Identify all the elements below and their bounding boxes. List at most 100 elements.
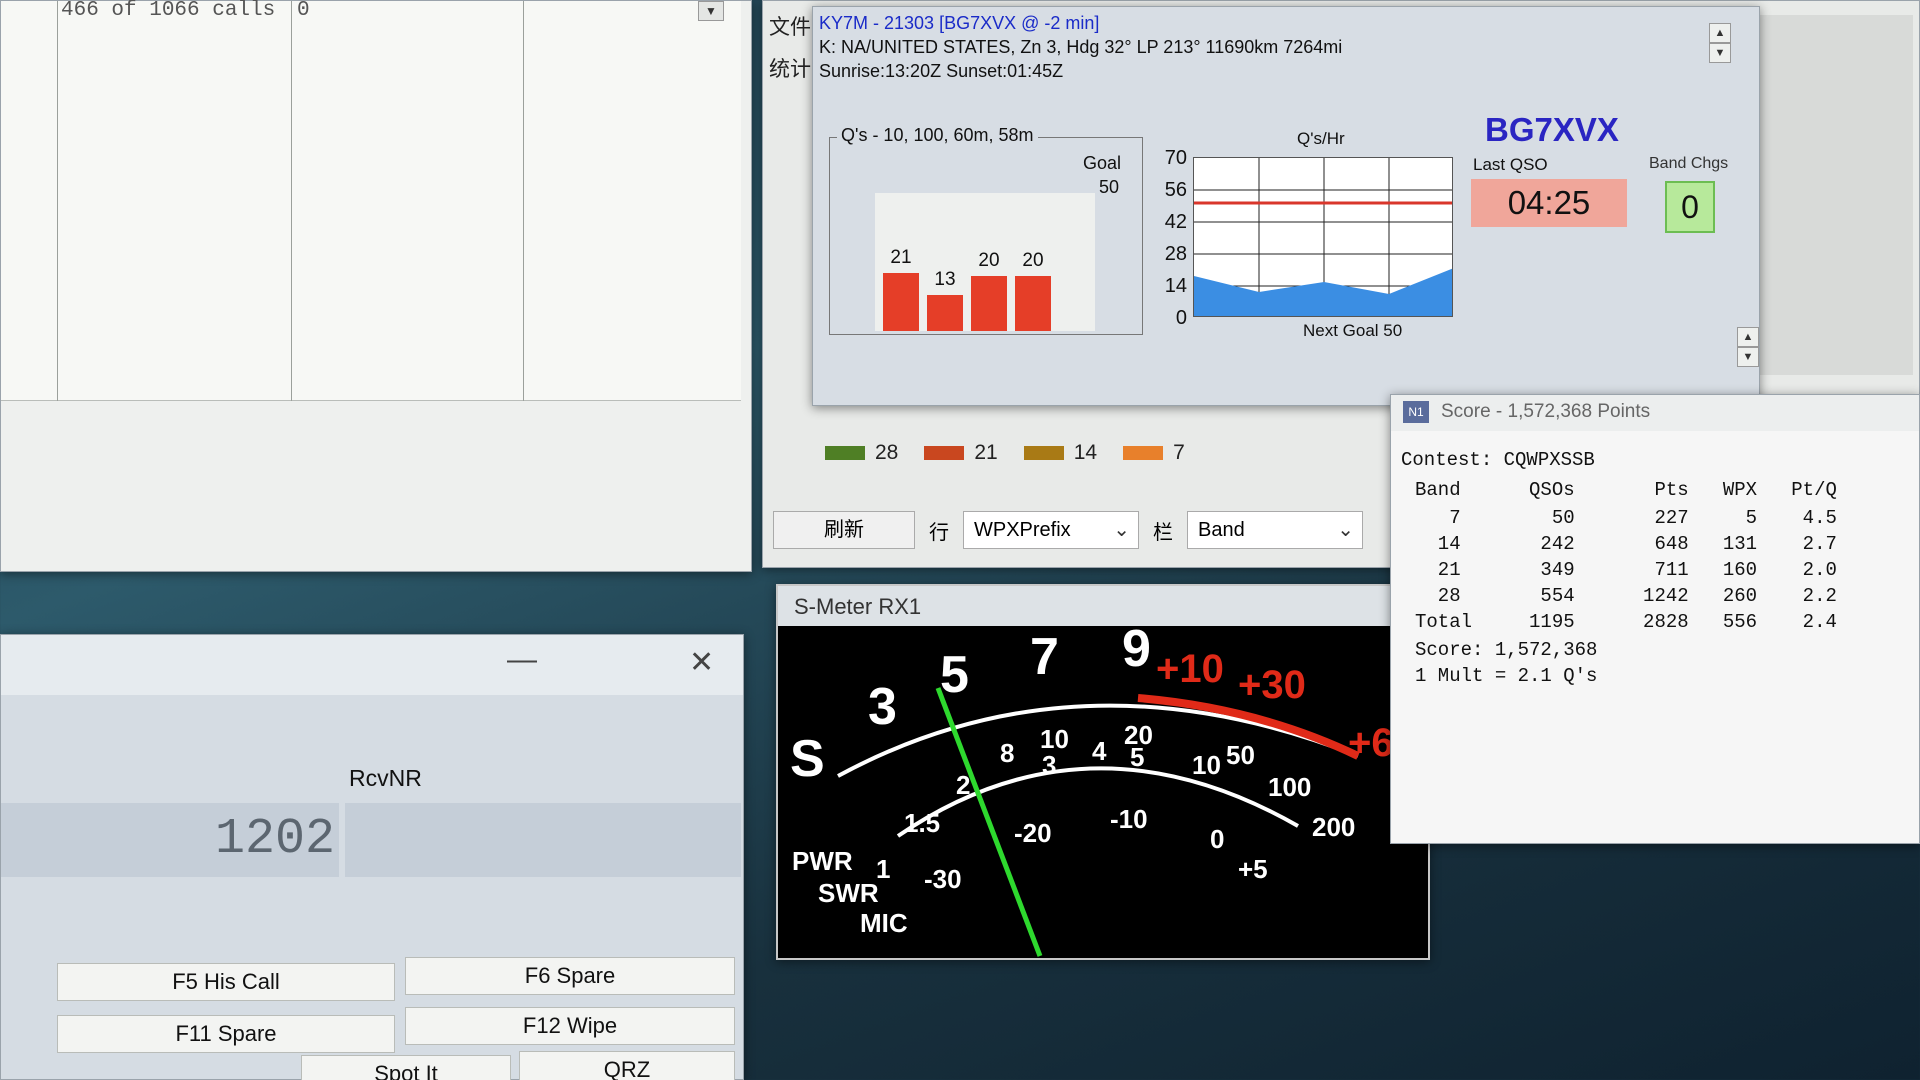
- s-label: 7: [1030, 628, 1059, 686]
- contest-name: Contest: CQWPXSSB: [1401, 449, 1595, 471]
- legend-item-7: 7: [1123, 441, 1185, 465]
- column-divider: [523, 1, 524, 401]
- score-total-row: Total 1195 2828 556 2.4: [1415, 611, 1837, 633]
- qs-chart-title: Q's - 10, 100, 60m, 58m: [837, 125, 1038, 146]
- mic-label: +5: [1238, 854, 1268, 884]
- column-divider: [57, 1, 58, 401]
- rate-axis-label: 14: [1164, 275, 1187, 297]
- goal-bar-label: 20: [1022, 250, 1044, 271]
- s-label: 5: [940, 646, 969, 704]
- scroll-down-button[interactable]: ▼: [1709, 43, 1731, 63]
- rate-chart: [1193, 157, 1453, 317]
- legend-item-28: 28: [825, 441, 898, 465]
- rate-axis-label: 28: [1164, 243, 1187, 265]
- swr-label: 5: [1130, 742, 1144, 772]
- score-table-header: Band QSOs Pts WPX Pt/Q: [1415, 479, 1837, 501]
- swr-label: 4: [1092, 736, 1107, 766]
- sun-times: Sunrise:13:20Z Sunset:01:45Z: [819, 61, 1064, 81]
- callsign: BG7XVX: [1485, 111, 1619, 148]
- swr-label: 1.5: [904, 808, 940, 838]
- f11-spare-button[interactable]: F11 Spare: [57, 1015, 395, 1053]
- tab-statistics[interactable]: 统计: [769, 53, 811, 83]
- rate-axis-label: 56: [1164, 179, 1187, 201]
- goal-bar-label: 13: [934, 269, 956, 290]
- close-icon[interactable]: ✕: [689, 645, 714, 680]
- mic-side-label: MIC: [860, 908, 908, 938]
- s-label: S: [790, 730, 825, 788]
- last-qso-value: 04:25: [1471, 179, 1627, 227]
- menu-file[interactable]: 文件: [769, 11, 811, 41]
- score-row: 28 554 1242 260 2.2: [1415, 585, 1837, 607]
- scroll-down-button[interactable]: ▼: [1737, 347, 1759, 367]
- f6-spare-button[interactable]: F6 Spare: [405, 957, 735, 995]
- call-grid: 466 of 1066 calls 0 ▼: [1, 0, 741, 401]
- call-list-window: 466 of 1066 calls 0 ▼: [0, 0, 752, 572]
- score-row: 7 50 227 5 4.5: [1415, 507, 1837, 529]
- score-row: 21 349 711 160 2.0: [1415, 559, 1837, 581]
- swr-side-label: SWR: [818, 878, 879, 908]
- goal-bar: [927, 295, 963, 331]
- dropdown-arrow-button[interactable]: ▼: [698, 1, 724, 21]
- f12-wipe-button[interactable]: F12 Wipe: [405, 1007, 735, 1045]
- pwr-label: 100: [1268, 772, 1311, 802]
- stats-controls: 刷新 行 WPXPrefix ⌄ 栏 Band ⌄: [773, 511, 1363, 549]
- legend-item-21: 21: [924, 441, 998, 465]
- goal-chart-area: 21 13 20 20: [875, 193, 1095, 331]
- band-changes-value: 0: [1665, 181, 1715, 233]
- swr-label: 10: [1192, 750, 1221, 780]
- station-location: K: NA/UNITED STATES, Zn 3, Hdg 32° LP 21…: [819, 37, 1343, 57]
- band-changes-label: Band Chgs: [1649, 155, 1729, 172]
- legend-item-14: 14: [1023, 441, 1097, 465]
- station-info-window: KY7M - 21303 [BG7XVX @ -2 min] K: NA/UNI…: [812, 6, 1760, 406]
- scroll-up-button[interactable]: ▲: [1737, 327, 1759, 347]
- goal-bar: [1015, 276, 1051, 331]
- row-select[interactable]: WPXPrefix ⌄: [963, 511, 1139, 549]
- serial-field[interactable]: 1202: [1, 803, 339, 877]
- mult-ratio: 1 Mult = 2.1 Q's: [1415, 665, 1598, 687]
- chevron-down-icon: ⌄: [1337, 519, 1354, 541]
- entry-titlebar: [1, 635, 743, 695]
- mic-label: -20: [1014, 818, 1052, 848]
- scroll-up-button[interactable]: ▲: [1709, 23, 1731, 43]
- app-logo-icon: N1: [1403, 401, 1429, 423]
- call-count-zero: 0: [297, 0, 310, 22]
- s-meter-dial: S 3 5 7 9 +10 +30 +60 8 10 20 50 100 200…: [790, 626, 1416, 957]
- legend-swatch: [1023, 446, 1064, 460]
- goal-bar-label: 21: [890, 247, 912, 268]
- rate-axis-label: 70: [1164, 147, 1187, 169]
- next-goal-label: Next Goal 50: [1303, 321, 1403, 340]
- swr-label: 3: [1042, 750, 1056, 780]
- goal-bar-label: 20: [978, 250, 1000, 271]
- mic-scale-labels: -30 -20 -10 0 +5: [924, 804, 1268, 894]
- rcvnr-field[interactable]: [345, 803, 741, 877]
- entry-window: — ✕ RcvNR 1202 F5 His Call F6 Spare F11 …: [0, 634, 744, 1080]
- goal-bar: [971, 276, 1007, 331]
- pwr-label: 50: [1226, 740, 1255, 770]
- spot-it-button[interactable]: Spot It: [301, 1055, 511, 1080]
- last-qso-label: Last QSO: [1473, 155, 1548, 174]
- mic-label: -10: [1110, 804, 1148, 834]
- plus-db-label: +30: [1238, 663, 1306, 707]
- qrz-button[interactable]: QRZ: [519, 1051, 735, 1080]
- score-total: Score: 1,572,368: [1415, 639, 1598, 661]
- rate-chart-svg: [1194, 158, 1452, 316]
- pwr-label: 200: [1312, 812, 1355, 842]
- pwr-side-label: PWR: [792, 846, 853, 876]
- legend-swatch: [1123, 446, 1164, 460]
- s-label: 3: [868, 678, 897, 736]
- score-title: Score - 1,572,368 Points: [1441, 401, 1651, 422]
- row-label: 行: [929, 521, 949, 544]
- rate-chart-title: Q's/Hr: [1297, 129, 1345, 148]
- f5-his-call-button[interactable]: F5 His Call: [57, 963, 395, 1001]
- goal-label: Goal: [1083, 153, 1122, 173]
- rcvnr-label: RcvNR: [349, 765, 422, 791]
- refresh-button[interactable]: 刷新: [773, 511, 915, 549]
- goal-bar: [883, 273, 919, 331]
- minimize-icon[interactable]: —: [507, 643, 537, 677]
- call-count-text: 466 of 1066 calls: [61, 0, 276, 22]
- mic-label: 0: [1210, 824, 1224, 854]
- score-window: N1 Score - 1,572,368 Points Contest: CQW…: [1390, 394, 1920, 844]
- rate-axis-label: 0: [1175, 307, 1187, 329]
- pwr-label: 8: [1000, 738, 1014, 768]
- column-select[interactable]: Band ⌄: [1187, 511, 1363, 549]
